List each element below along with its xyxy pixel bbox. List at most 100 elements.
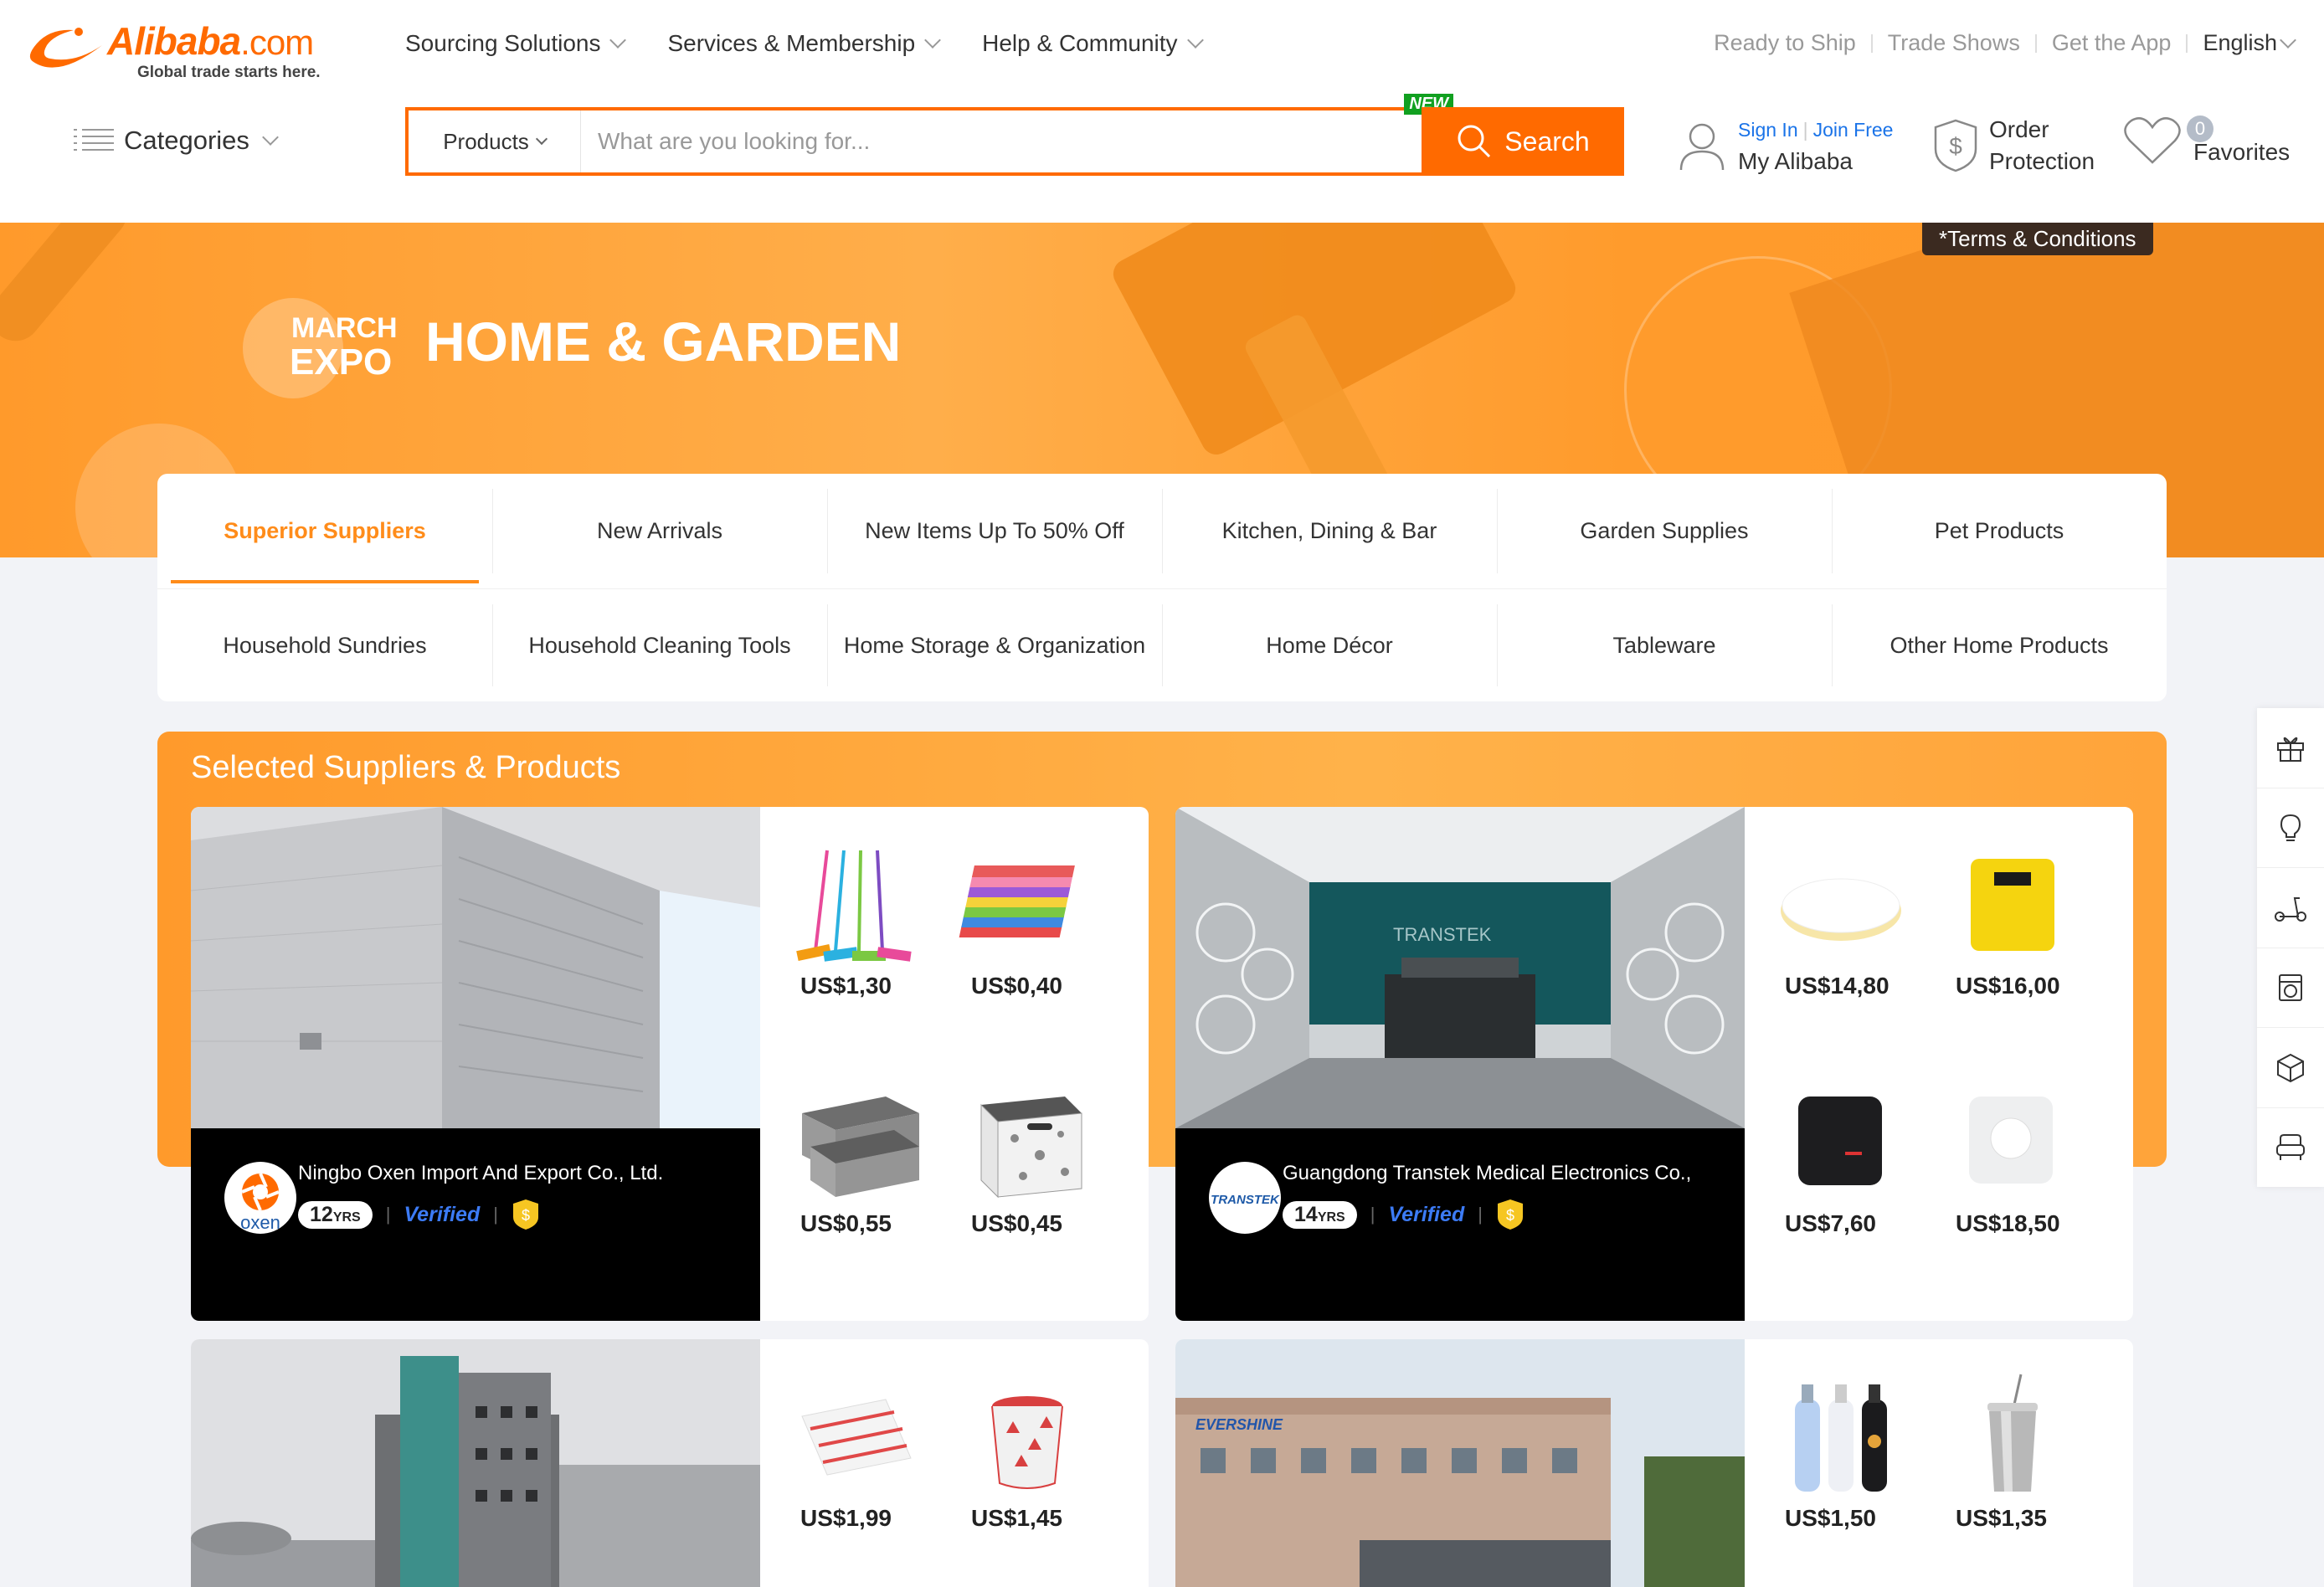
chevron-down-icon bbox=[535, 132, 548, 146]
cloths-product-image bbox=[959, 865, 1075, 937]
product-price: US$0,40 bbox=[971, 973, 1062, 999]
scale-product-image bbox=[1781, 878, 1901, 941]
scooter-icon[interactable] bbox=[2257, 868, 2324, 948]
product-item[interactable]: US$1,30 bbox=[785, 825, 956, 1063]
supplier-logo: TRANSTEK bbox=[1209, 1162, 1281, 1234]
protection-line2: Protection bbox=[1989, 148, 2095, 174]
tab-tableware[interactable]: Tableware bbox=[1497, 589, 1832, 701]
product-item[interactable]: US$1,99 bbox=[785, 1358, 956, 1587]
terms-link[interactable]: *Terms & Conditions bbox=[1922, 223, 2153, 255]
product-item[interactable]: US$1,50 bbox=[1770, 1358, 1941, 1587]
search-type-label: Products bbox=[443, 128, 529, 154]
washer-icon[interactable] bbox=[2257, 948, 2324, 1028]
supplier-card[interactable]: TRANSTEK TRANSTEK Guangdong Transtek Med… bbox=[1175, 807, 2133, 1321]
supplier-name[interactable]: Ningbo Oxen Import And Export Co., Ltd. bbox=[298, 1162, 663, 1185]
box-icon[interactable] bbox=[2257, 1028, 2324, 1108]
tab-superior-suppliers[interactable]: Superior Suppliers bbox=[157, 474, 492, 588]
brand-suffix: .com bbox=[240, 23, 314, 62]
black-device-product-image bbox=[1798, 1097, 1882, 1185]
showroom-photo[interactable]: TRANSTEK bbox=[1175, 807, 1745, 1128]
product-price: US$1,30 bbox=[800, 973, 892, 999]
banner-title: HOME & GARDEN bbox=[425, 311, 902, 372]
lightbulb-icon[interactable] bbox=[2257, 788, 2324, 868]
ready-to-ship-link[interactable]: Ready to Ship bbox=[1714, 30, 1856, 56]
trade-shows-link[interactable]: Trade Shows bbox=[1888, 30, 2020, 56]
nav-help-community[interactable]: Help & Community bbox=[982, 30, 1204, 57]
user-icon[interactable] bbox=[1678, 120, 1726, 172]
factory-photo[interactable] bbox=[191, 807, 760, 1128]
tab-household-sundries[interactable]: Household Sundries bbox=[157, 589, 492, 701]
search-button[interactable]: Search bbox=[1422, 107, 1624, 176]
product-price: US$0,55 bbox=[800, 1210, 892, 1236]
product-item[interactable]: US$1,35 bbox=[1941, 1358, 2111, 1587]
supplier-card[interactable]: oxen Ningbo Oxen Import And Export Co., … bbox=[191, 807, 1149, 1321]
categories-menu[interactable]: Categories bbox=[74, 126, 279, 156]
get-the-app-link[interactable]: Get the App bbox=[2052, 30, 2172, 56]
brand-name: Alibaba bbox=[107, 19, 241, 63]
mop-product-image bbox=[796, 850, 912, 962]
search-bar: Products NEW Search bbox=[405, 94, 1624, 176]
product-item[interactable]: US$14,80 bbox=[1770, 825, 1941, 1063]
gold-supplier-icon: $ bbox=[1497, 1199, 1523, 1230]
divider bbox=[1870, 33, 1873, 53]
factory-photo[interactable]: EVERSHINE bbox=[1175, 1339, 1745, 1587]
product-price: US$1,45 bbox=[971, 1505, 1062, 1531]
product-price: US$18,50 bbox=[1956, 1210, 2060, 1236]
search-type-select[interactable]: Products bbox=[409, 110, 581, 172]
alibaba-logo[interactable]: Alibaba.com Global trade starts here. bbox=[25, 15, 360, 82]
fabric-bin-product-image bbox=[980, 1097, 1082, 1199]
supplier-card[interactable]: EVERSHINE US$1,50 US$1,35 bbox=[1175, 1339, 2133, 1587]
join-free-link[interactable]: Join Free bbox=[1813, 119, 1894, 141]
factory-photo[interactable] bbox=[191, 1339, 760, 1587]
tab-other-home-products[interactable]: Other Home Products bbox=[1832, 589, 2167, 701]
product-item[interactable]: US$0,40 bbox=[956, 825, 1127, 1063]
tab-home-storage[interactable]: Home Storage & Organization bbox=[827, 589, 1162, 701]
sign-in-link[interactable]: Sign In bbox=[1738, 119, 1798, 141]
product-item[interactable]: US$0,55 bbox=[785, 1063, 956, 1301]
supplier-name[interactable]: Guangdong Transtek Medical Electronics C… bbox=[1283, 1162, 1691, 1185]
gold-supplier-icon: $ bbox=[512, 1199, 538, 1230]
verified-badge: Verified bbox=[404, 1202, 481, 1226]
tab-garden-supplies[interactable]: Garden Supplies bbox=[1497, 474, 1832, 588]
side-toolbar bbox=[2257, 708, 2324, 1187]
my-alibaba-link[interactable]: My Alibaba bbox=[1738, 146, 1893, 177]
svg-text:TRANSTEK: TRANSTEK bbox=[1393, 924, 1492, 945]
supplier-card[interactable]: US$1,99 US$1,45 bbox=[191, 1339, 1149, 1587]
bottles-product-image bbox=[1795, 1384, 1887, 1492]
supplier-logo: oxen bbox=[224, 1162, 296, 1234]
search-button-label: Search bbox=[1504, 126, 1590, 157]
nav-sourcing-solutions[interactable]: Sourcing Solutions bbox=[405, 30, 627, 57]
product-item[interactable]: US$7,60 bbox=[1770, 1063, 1941, 1301]
years-unit: YRS bbox=[332, 1210, 361, 1225]
product-item[interactable]: US$16,00 bbox=[1941, 825, 2111, 1063]
product-item[interactable]: US$1,45 bbox=[956, 1358, 1127, 1587]
protection-line1: Order bbox=[1989, 116, 2049, 142]
product-price: US$16,00 bbox=[1956, 973, 2060, 999]
tab-new-arrivals[interactable]: New Arrivals bbox=[492, 474, 827, 588]
language-selector[interactable]: English bbox=[2203, 30, 2296, 56]
product-item[interactable]: US$0,45 bbox=[956, 1063, 1127, 1301]
nav-label: Sourcing Solutions bbox=[405, 30, 601, 56]
gift-icon[interactable] bbox=[2257, 708, 2324, 788]
march-expo-logo: MARCH EXPO bbox=[243, 298, 402, 398]
svg-text:oxen: oxen bbox=[240, 1212, 280, 1233]
product-item[interactable]: US$18,50 bbox=[1941, 1063, 2111, 1301]
nav-services-membership[interactable]: Services & Membership bbox=[667, 30, 942, 57]
favorites[interactable]: 0 Favorites bbox=[2123, 114, 2290, 166]
tumbler-product-image bbox=[1987, 1374, 2038, 1492]
divider: | bbox=[1370, 1204, 1375, 1225]
tab-new-items-50-off[interactable]: New Items Up To 50% Off bbox=[827, 474, 1162, 588]
tab-household-cleaning-tools[interactable]: Household Cleaning Tools bbox=[492, 589, 827, 701]
search-input[interactable] bbox=[581, 110, 1562, 172]
tab-pet-products[interactable]: Pet Products bbox=[1832, 474, 2167, 588]
order-protection[interactable]: $ Order Protection bbox=[1932, 114, 2095, 177]
divider bbox=[2186, 33, 2188, 53]
language-label: English bbox=[2203, 30, 2277, 55]
armchair-icon[interactable] bbox=[2257, 1108, 2324, 1188]
expo-top: MARCH bbox=[291, 312, 398, 344]
tab-kitchen-dining-bar[interactable]: Kitchen, Dining & Bar bbox=[1162, 474, 1497, 588]
chevron-down-icon bbox=[1186, 32, 1204, 49]
expo-bottom: EXPO bbox=[290, 342, 393, 383]
header: Alibaba.com Global trade starts here. So… bbox=[0, 0, 2324, 223]
tab-home-decor[interactable]: Home Décor bbox=[1162, 589, 1497, 701]
